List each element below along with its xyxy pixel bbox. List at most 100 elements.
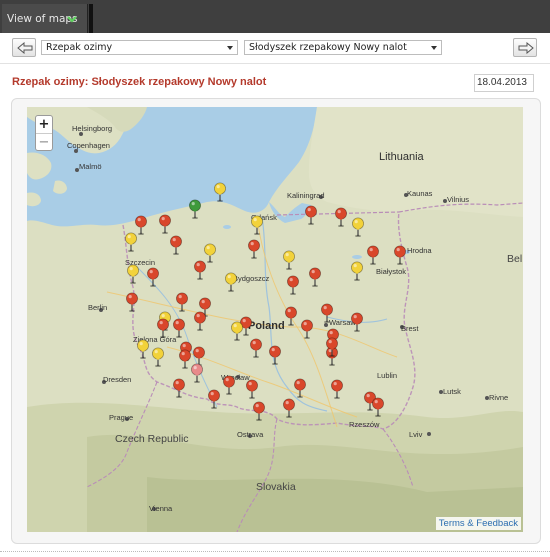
map-label-poland: Poland: [248, 320, 285, 332]
pest-select[interactable]: Słodyszek rzepakowy Nowy nalot: [244, 40, 442, 55]
map-marker-red[interactable]: [334, 207, 348, 227]
map-pin-icon: [208, 389, 220, 409]
pest-select-value: Słodyszek rzepakowy Nowy nalot: [249, 42, 407, 53]
zoom-out-button[interactable]: −: [36, 133, 52, 150]
map-marker-yellow[interactable]: [213, 182, 227, 202]
date-field[interactable]: 18.04.2013: [474, 74, 534, 92]
map-label-dresden: Dresden: [103, 375, 132, 384]
map-marker-red[interactable]: [172, 378, 186, 398]
map-label-kaunas: Kaunas: [407, 189, 433, 198]
map-marker-red[interactable]: [247, 239, 261, 259]
map-marker-yellow[interactable]: [250, 215, 264, 235]
map-marker-red[interactable]: [249, 338, 263, 358]
zoom-control: + −: [35, 115, 53, 151]
map-marker-red[interactable]: [293, 378, 307, 398]
map-marker-red[interactable]: [282, 398, 296, 418]
map-pin-icon: [253, 401, 265, 421]
map-pin-icon: [321, 303, 333, 323]
map-marker-red[interactable]: [172, 318, 186, 338]
map-label-bialystok: Białystok: [376, 267, 407, 276]
map-marker-red[interactable]: [156, 318, 170, 338]
map-marker-red[interactable]: [371, 397, 385, 417]
map-pin-icon: [194, 260, 206, 280]
map-marker-green[interactable]: [188, 199, 202, 219]
map-label-lithuania: Lithuania: [379, 151, 424, 163]
map-marker-red[interactable]: [393, 245, 407, 265]
map-pin-icon: [157, 318, 169, 338]
map-pin-icon: [194, 311, 206, 331]
map-label-vienna: Vienna: [149, 504, 173, 513]
map-marker-yellow[interactable]: [282, 250, 296, 270]
map-marker-red[interactable]: [207, 389, 221, 409]
map-marker-red[interactable]: [366, 245, 380, 265]
map-marker-red[interactable]: [252, 401, 266, 421]
terms-feedback-link[interactable]: Terms & Feedback: [435, 517, 521, 530]
controls-row: Rzepak ozimy Słodyszek rzepakowy Nowy na…: [0, 33, 550, 63]
map-label-lublin: Lublin: [377, 371, 398, 380]
map-marker-yellow[interactable]: [124, 232, 138, 252]
previous-map-button[interactable]: [12, 38, 36, 57]
map-pin-icon: [147, 267, 159, 287]
map-marker-red[interactable]: [320, 303, 334, 323]
map-pin-icon: [126, 292, 138, 312]
map-pin-icon: [367, 245, 379, 265]
tab-view-of-maps[interactable]: View of maps: [2, 4, 88, 33]
map-pin-icon: [326, 337, 338, 357]
map-marker-red[interactable]: [325, 337, 339, 357]
map-marker-yellow[interactable]: [351, 217, 365, 237]
map-label-copenhagen: Copenhagen: [67, 141, 110, 150]
map-marker-yellow[interactable]: [350, 261, 364, 281]
map-marker-yellow[interactable]: [224, 272, 238, 292]
map-marker-red[interactable]: [245, 379, 259, 399]
map-pin-icon: [127, 264, 139, 284]
map-pin-icon: [137, 339, 149, 359]
map-view[interactable]: Helsingborg Copenhagen Malmö Lithuania K…: [27, 107, 523, 532]
map-marker-red[interactable]: [125, 292, 139, 312]
map-pin-icon: [351, 261, 363, 281]
map-label-helsingborg: Helsingborg: [72, 124, 113, 133]
map-marker-red[interactable]: [300, 319, 314, 339]
map-marker-yellow[interactable]: [126, 264, 140, 284]
map-label-prague: Prague: [109, 413, 134, 422]
city-dot: [324, 323, 328, 327]
map-marker-red[interactable]: [169, 235, 183, 255]
crop-select[interactable]: Rzepak ozimy: [41, 40, 238, 55]
chevron-down-icon: [227, 46, 233, 50]
map-pin-icon: [248, 239, 260, 259]
map-marker-red[interactable]: [222, 375, 236, 395]
map-pin-icon: [351, 312, 363, 332]
zoom-in-button[interactable]: +: [36, 116, 52, 133]
map-marker-yellow[interactable]: [230, 321, 244, 341]
map-marker-red[interactable]: [284, 306, 298, 326]
map-pin-icon: [352, 217, 364, 237]
chevron-down-icon[interactable]: [65, 12, 79, 26]
map-marker-red[interactable]: [146, 267, 160, 287]
map-marker-red[interactable]: [330, 379, 344, 399]
page-title: Rzepak ozimy: Słodyszek rzepakowy Nowy n…: [12, 76, 267, 88]
map-label-rivne: Rivne: [489, 393, 509, 402]
map-marker-red[interactable]: [304, 205, 318, 225]
map-pin-icon: [214, 182, 226, 202]
map-marker-red[interactable]: [268, 345, 282, 365]
map-marker-red[interactable]: [158, 214, 172, 234]
map-marker-yellow[interactable]: [151, 347, 165, 367]
map-marker-red[interactable]: [308, 267, 322, 287]
map-label-vilnius: Vilnius: [447, 195, 469, 204]
map-pin-icon: [335, 207, 347, 227]
map-label-bydgoszcz: Bydgoszcz: [233, 274, 270, 283]
crop-select-value: Rzepak ozimy: [46, 42, 113, 53]
map-label-hrodna: Hrodna: [407, 246, 432, 255]
map-pin-icon: [231, 321, 243, 341]
map-marker-red[interactable]: [193, 311, 207, 331]
map-marker-yellow[interactable]: [136, 339, 150, 359]
map-pin-icon: [251, 215, 263, 235]
map-marker-red[interactable]: [350, 312, 364, 332]
map-label-malmo: Malmö: [79, 162, 102, 171]
map-marker-pink[interactable]: [190, 363, 204, 383]
next-map-button[interactable]: [513, 38, 537, 57]
map-marker-red[interactable]: [175, 292, 189, 312]
map-pin-icon: [250, 338, 262, 358]
map-marker-red[interactable]: [286, 275, 300, 295]
map-label-belarus-partial: Bel: [507, 253, 523, 265]
map-marker-red[interactable]: [193, 260, 207, 280]
